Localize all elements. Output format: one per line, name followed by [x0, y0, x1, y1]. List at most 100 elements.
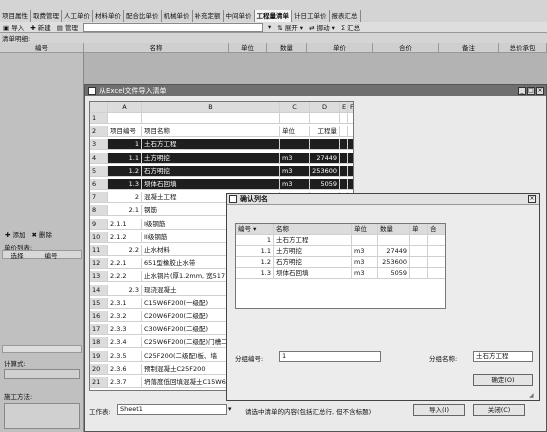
tab-5[interactable]: 机械单价	[162, 10, 193, 22]
row-header[interactable]: 5	[90, 165, 108, 177]
sheet-cell[interactable]	[280, 113, 310, 124]
mapping-cell[interactable]: 1.1	[236, 246, 274, 257]
col-select[interactable]: 选择	[3, 250, 31, 260]
sheet-cell[interactable]: 土方明挖	[142, 152, 280, 164]
row-header[interactable]: 12	[90, 258, 108, 270]
sheet-cell[interactable]: 2.2.2	[108, 271, 142, 283]
sheet-cell[interactable]: 5059	[310, 179, 340, 190]
row-header[interactable]: 7	[90, 192, 108, 204]
tab-8[interactable]: 工程量清单	[254, 10, 292, 22]
sheet-cell[interactable]	[340, 152, 348, 164]
sheet-cell[interactable]: 2.2.1	[108, 258, 142, 270]
mapping-cell[interactable]: m3	[352, 257, 378, 268]
sheet-cell[interactable]: 2.3.5	[108, 350, 142, 362]
sheet-cell[interactable]: 2.3	[108, 284, 142, 296]
sheet-cell[interactable]: 253600	[310, 165, 340, 177]
close-button[interactable]: 关闭(C)	[473, 404, 525, 416]
sheet-cell[interactable]: 2.3.2	[108, 311, 142, 322]
minimize-icon[interactable]: _	[518, 86, 526, 95]
tab-1[interactable]: 取费管理	[31, 10, 62, 22]
sheet-cell[interactable]: 2.3.6	[108, 363, 142, 375]
column-header[interactable]: B	[142, 102, 280, 113]
mapping-cell[interactable]	[410, 268, 428, 279]
move-button[interactable]: ⇄ 挪动 ▾	[306, 22, 338, 32]
column-name-header[interactable]: 编号 ▾	[236, 224, 274, 235]
import-button[interactable]: 导入(I)	[413, 404, 465, 416]
column-name-header[interactable]: 单位	[352, 224, 378, 235]
group-name-input[interactable]: 土石方工程	[473, 351, 533, 362]
sheet-cell[interactable]	[348, 179, 353, 190]
tab-4[interactable]: 配合比单价	[124, 10, 162, 22]
add-button[interactable]: ✚ 添加	[2, 229, 29, 239]
sheet-cell[interactable]	[108, 113, 142, 124]
manage-button[interactable]: ▤ 管理	[54, 22, 81, 32]
mapping-cell[interactable]	[352, 235, 378, 246]
formula-input[interactable]	[4, 369, 80, 379]
mapping-cell[interactable]	[428, 268, 445, 279]
sheet-cell[interactable]	[340, 113, 348, 124]
column-header[interactable]: C	[280, 102, 310, 113]
row-header[interactable]: 16	[90, 311, 108, 322]
sheet-cell[interactable]: 2.1	[108, 205, 142, 217]
sheet-cell[interactable]: 2.3.1	[108, 297, 142, 309]
dropdown-arrow-icon[interactable]: ▾	[265, 23, 274, 31]
confirm-dialog-titlebar[interactable]: 确认列名 ×	[227, 194, 539, 205]
tab-3[interactable]: 材料单价	[93, 10, 124, 22]
mapping-cell[interactable]: 石方明挖	[274, 257, 352, 268]
column-header[interactable]: E	[340, 102, 348, 113]
tab-7[interactable]: 中间单价	[224, 10, 255, 22]
row-header[interactable]: 6	[90, 179, 108, 190]
mapping-cell[interactable]	[378, 235, 410, 246]
sheet-cell[interactable]: 工程量	[310, 126, 340, 138]
mapping-cell[interactable]: 1	[236, 235, 274, 246]
new-button[interactable]: ✚ 新建	[27, 22, 54, 32]
row-header[interactable]: 20	[90, 363, 108, 375]
sheet-cell[interactable]: 2.3.4	[108, 337, 142, 349]
maximize-icon[interactable]: □	[527, 86, 535, 95]
sheet-cell[interactable]	[348, 126, 353, 138]
tab-6[interactable]: 补充定额	[193, 10, 224, 22]
row-header[interactable]: 15	[90, 297, 108, 309]
tab-9[interactable]: 计日工单价	[292, 10, 330, 22]
mapping-cell[interactable]: m3	[352, 268, 378, 279]
group-code-input[interactable]: 1	[279, 351, 381, 362]
sheet-cell[interactable]: 坝体石回填	[142, 179, 280, 190]
dropdown-arrow-icon[interactable]: ▾	[251, 225, 256, 233]
col-package[interactable]: 总价承包	[499, 43, 547, 53]
col-price[interactable]: 单价	[307, 43, 373, 53]
mapping-cell[interactable]	[428, 235, 445, 246]
row-header[interactable]: 14	[90, 284, 108, 296]
col-total[interactable]: 合价	[373, 43, 439, 53]
mapping-cell[interactable]	[410, 246, 428, 257]
column-name-header[interactable]: 数量	[378, 224, 410, 235]
sheet-cell[interactable]	[310, 113, 340, 124]
row-header[interactable]: 1	[90, 113, 108, 124]
summary-button[interactable]: Σ 汇总	[338, 22, 363, 32]
sheet-cell[interactable]: 27449	[310, 152, 340, 164]
sheet-cell[interactable]	[348, 113, 353, 124]
bill-select[interactable]	[82, 22, 263, 32]
close-icon[interactable]: ×	[528, 195, 536, 203]
sheet-cell[interactable]: 2	[108, 192, 142, 204]
col-unit[interactable]: 单位	[229, 43, 267, 53]
sheet-cell[interactable]: 1	[108, 139, 142, 151]
sheet-cell[interactable]: 土石方工程	[142, 139, 280, 151]
sheet-cell[interactable]: 1.3	[108, 179, 142, 190]
col-code[interactable]: 编号	[0, 43, 84, 53]
horizontal-scrollbar[interactable]	[2, 345, 82, 353]
close-icon[interactable]: ×	[536, 86, 544, 95]
column-header[interactable]: A	[108, 102, 142, 113]
sheet-cell[interactable]: 2.1.2	[108, 231, 142, 243]
tab-0[interactable]: 项目属性	[0, 10, 31, 22]
mapping-cell[interactable]: 5059	[378, 268, 410, 279]
expand-button[interactable]: ⇅ 展开 ▾	[274, 22, 306, 32]
row-header[interactable]: 17	[90, 324, 108, 336]
delete-button[interactable]: ✖ 删除	[29, 229, 56, 239]
sheet-cell[interactable]	[340, 179, 348, 190]
sheet-cell[interactable]	[348, 165, 353, 177]
mapping-cell[interactable]: 1.2	[236, 257, 274, 268]
row-header[interactable]: 18	[90, 337, 108, 349]
sheet-select[interactable]: Sheet1	[117, 404, 227, 415]
sheet-cell[interactable]: 2.1.1	[108, 218, 142, 230]
col-code[interactable]: 编号	[31, 250, 71, 260]
